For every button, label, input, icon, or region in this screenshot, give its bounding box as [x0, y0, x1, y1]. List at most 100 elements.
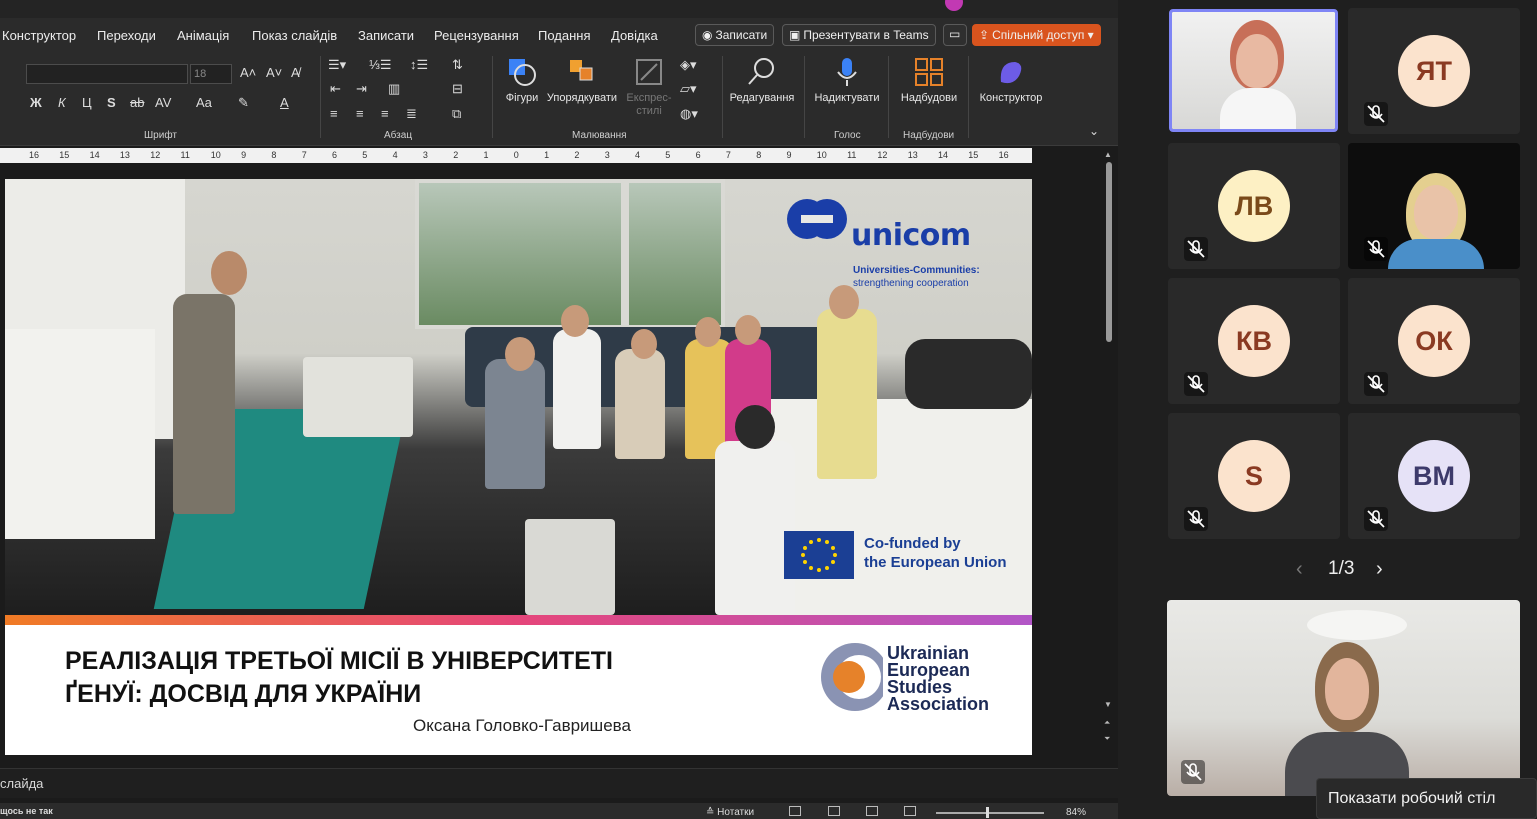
record-button[interactable]: ◉ Записати: [695, 24, 775, 46]
menu-animations[interactable]: Анімація: [177, 28, 229, 43]
text-direction-button[interactable]: ⇅: [452, 57, 463, 73]
menu-transitions[interactable]: Переходи: [97, 28, 156, 43]
scroll-thumb[interactable]: [1106, 162, 1112, 342]
smartart-button[interactable]: ⧉: [452, 106, 461, 122]
shadow-button[interactable]: S: [107, 95, 116, 110]
ruler-label: 6: [332, 150, 338, 160]
zoom-level[interactable]: 84%: [1066, 807, 1086, 818]
menu-record[interactable]: Записати: [358, 28, 414, 43]
accent-stripe: [5, 615, 1032, 625]
align-text-button[interactable]: ⊟: [452, 81, 463, 97]
grow-font-button[interactable]: A˄: [240, 65, 256, 80]
menu-review[interactable]: Рецензування: [434, 28, 519, 43]
slide-author[interactable]: Оксана Головко-Гавришева: [413, 716, 631, 736]
font-size-box[interactable]: 18: [190, 64, 232, 84]
addins-button[interactable]: Надбудови: [890, 56, 968, 104]
search-icon: [748, 58, 774, 85]
prev-slide-icon[interactable]: ⏶: [1104, 718, 1110, 728]
clear-format-button[interactable]: A̸: [291, 65, 300, 80]
participant-tile[interactable]: ЯТ: [1348, 8, 1520, 134]
ruler-label: 13: [119, 150, 130, 160]
person-head: [561, 305, 589, 337]
align-right-button[interactable]: ≡: [381, 106, 389, 121]
ribbon-collapse-icon[interactable]: ⌄: [1089, 124, 1099, 138]
ruler: 16 15 14 13 12 11 10 9 8 7 6 5 4 3 2 1 0 1 2 3 4 5 6 7 8 9 10 11 12 1…: [0, 148, 1032, 163]
designer-button[interactable]: Конструктор: [972, 56, 1050, 104]
scroll-up-icon[interactable]: ▲: [1104, 150, 1112, 159]
participant-tile[interactable]: [1348, 143, 1520, 269]
designer-icon: [1000, 62, 1022, 84]
ruler-label: 12: [150, 150, 161, 160]
dictate-button[interactable]: Надиктувати: [808, 56, 886, 104]
slide-title-line1[interactable]: РЕАЛІЗАЦІЯ ТРЕТЬОЇ МІСІЇ В УНІВЕРСИТЕТІ: [65, 647, 613, 676]
highlight-icon[interactable]: ✎: [238, 95, 249, 111]
bold-button[interactable]: Ж: [30, 95, 42, 110]
participant-tile[interactable]: ЛВ: [1168, 143, 1340, 269]
comments-button[interactable]: ▭: [943, 24, 967, 46]
participant-tile[interactable]: КВ: [1168, 278, 1340, 404]
shape-fill-button[interactable]: ◈▾: [680, 57, 697, 73]
status-feedback[interactable]: щось не так: [0, 806, 53, 816]
slide-scrollbar[interactable]: ▲ ▼ ⏶ ⏷: [1104, 150, 1114, 750]
self-view-tile[interactable]: [1167, 600, 1520, 796]
app-window: Конструктор Переходи Анімація Показ слай…: [0, 0, 1537, 819]
bullets-button[interactable]: ☰▾: [328, 57, 346, 73]
participant-tile[interactable]: S: [1168, 413, 1340, 539]
mic-muted-icon: [1364, 237, 1388, 261]
numbering-button[interactable]: ⅓☰: [369, 57, 392, 73]
slideshow-icon[interactable]: [904, 806, 916, 816]
scroll-down-icon[interactable]: ▼: [1104, 700, 1112, 709]
zoom-slider-thumb[interactable]: [986, 807, 989, 818]
line-spacing-button[interactable]: ↕☰: [410, 57, 428, 73]
next-slide-icon[interactable]: ⏷: [1104, 734, 1110, 744]
menu-design[interactable]: Конструктор: [2, 28, 76, 43]
align-left-button[interactable]: ≡: [330, 106, 338, 121]
participant-tile-speaking[interactable]: [1169, 9, 1338, 132]
slide-title-line2[interactable]: ҐЕНУЇ: ДОСВІД ДЛЯ УКРАЇНИ: [65, 680, 421, 709]
person-head: [631, 329, 657, 359]
underline-button[interactable]: Ц: [82, 95, 92, 110]
present-in-teams-button[interactable]: ▣ Презентувати в Teams: [782, 24, 936, 46]
font-color-button[interactable]: A: [280, 95, 289, 110]
shrink-font-button[interactable]: A˅: [266, 65, 282, 80]
strike-button[interactable]: ab: [130, 95, 144, 110]
shape-outline-button[interactable]: ▱▾: [680, 81, 697, 97]
editing-button[interactable]: Редагування: [723, 56, 801, 104]
avatar: КВ: [1218, 305, 1290, 377]
ceiling-lamp: [1307, 610, 1407, 640]
account-avatar[interactable]: [945, 0, 963, 11]
columns-button[interactable]: ▥: [388, 81, 400, 97]
zoom-slider[interactable]: [936, 812, 1044, 814]
notes-pane[interactable]: [0, 768, 1118, 798]
menu-slideshow[interactable]: Показ слайдів: [252, 28, 337, 43]
menu-view[interactable]: Подання: [538, 28, 591, 43]
increase-indent-button[interactable]: ⇥: [356, 81, 367, 97]
font-name-box[interactable]: [26, 64, 188, 84]
quick-styles-button[interactable]: Експрес- стилі: [610, 56, 688, 118]
ruler-label: 8: [756, 150, 762, 160]
shape-effects-button[interactable]: ◍▾: [680, 106, 698, 122]
change-case-button[interactable]: Aa: [196, 95, 212, 110]
justify-button[interactable]: ≣: [406, 106, 417, 122]
slide-canvas[interactable]: unicom Universities-Communities: strengt…: [5, 179, 1032, 755]
italic-button[interactable]: К: [58, 95, 66, 110]
participant-tile[interactable]: ОК: [1348, 278, 1520, 404]
participant-tile[interactable]: ВМ: [1348, 413, 1520, 539]
align-center-button[interactable]: ≡: [356, 106, 364, 121]
chevron-right-icon[interactable]: ›: [1376, 558, 1383, 581]
normal-view-icon[interactable]: [789, 806, 801, 816]
ruler-label: 15: [968, 150, 979, 160]
spacing-button[interactable]: AV: [155, 95, 171, 110]
record-icon: ◉: [702, 28, 713, 42]
notes-placeholder[interactable]: слайда: [0, 776, 43, 791]
chevron-left-icon[interactable]: ‹: [1296, 558, 1303, 581]
slide-sorter-icon[interactable]: [828, 806, 840, 816]
decrease-indent-button[interactable]: ⇤: [330, 81, 341, 97]
menu-help[interactable]: Довідка: [611, 28, 658, 43]
reading-view-icon[interactable]: [866, 806, 878, 816]
shapes-label: Фігури: [505, 92, 539, 104]
notes-toggle-label: Нотатки: [717, 807, 755, 818]
notes-toggle-button[interactable]: ≙ Нотатки: [706, 807, 754, 818]
arrange-icon: [570, 60, 593, 81]
share-button[interactable]: ⇪ Спільний доступ ▾: [972, 24, 1101, 46]
